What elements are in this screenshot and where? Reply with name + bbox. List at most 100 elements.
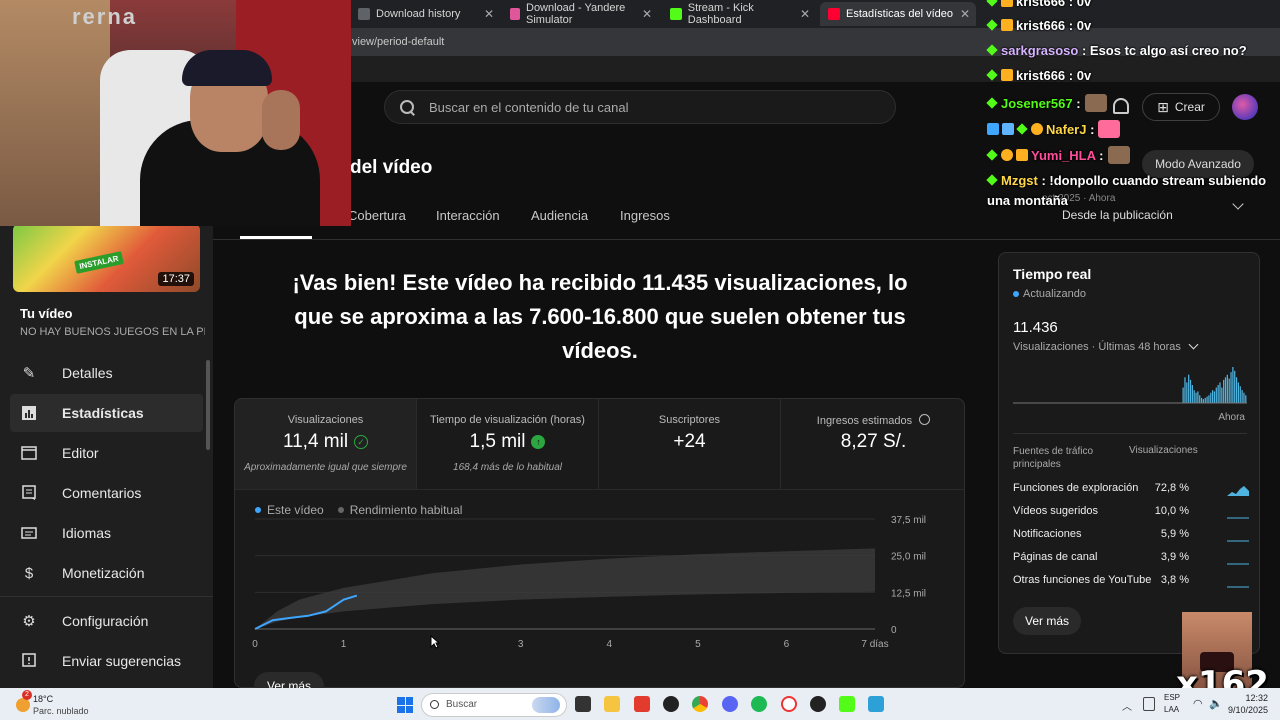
close-icon[interactable]: ✕: [642, 7, 652, 21]
chat-user: krist666: [1016, 18, 1066, 33]
chat-message: Yumi_HLA :: [986, 146, 1130, 164]
source-name: Vídeos sugeridos: [1013, 505, 1098, 517]
search-input[interactable]: Buscar en el contenido de tu canal: [429, 100, 628, 115]
tab-engagement[interactable]: Interacción: [436, 208, 500, 223]
channel-search[interactable]: Buscar en el contenido de tu canal: [384, 90, 896, 124]
metric-revenue[interactable]: Ingresos estimados 8,27 S/.: [781, 399, 964, 489]
chat-user: sarkgrasoso: [1001, 43, 1079, 58]
chat-message: Josener567 :: [986, 94, 1107, 112]
opera-icon[interactable]: [781, 696, 797, 712]
dollar-icon: $: [24, 564, 34, 582]
realtime-bar: [1241, 390, 1243, 403]
metric-value-row: 8,27 S/.: [781, 431, 964, 453]
sidebar-item-feedback[interactable]: Enviar sugerencias: [10, 642, 203, 680]
discord-icon[interactable]: [722, 696, 738, 712]
sidebar-item-settings[interactable]: ⚙ Configuración: [10, 602, 203, 640]
tab-yandere[interactable]: Download - Yandere Simulator ✕: [502, 2, 658, 26]
sparkline-icon: [1227, 484, 1249, 496]
realtime-see-more-button[interactable]: Ver más: [1013, 607, 1081, 635]
sidebar-item-details[interactable]: ✎ Detalles: [10, 354, 203, 392]
language-indicator[interactable]: ESP LAA: [1164, 692, 1180, 716]
obs-icon[interactable]: [663, 696, 679, 712]
youtube-icon: [828, 8, 840, 20]
realtime-bar: [1199, 395, 1201, 403]
chat-text: una montaña: [987, 193, 1068, 208]
spotify-icon[interactable]: [751, 696, 767, 712]
sparkline-icon: [1227, 507, 1249, 519]
sidebar-item-editor[interactable]: Editor: [10, 434, 203, 472]
realtime-bar: [1223, 379, 1225, 403]
windows-start-icon[interactable]: [397, 697, 413, 713]
metric-subscribers[interactable]: Suscriptores +24: [599, 399, 781, 489]
thumb-install-text: INSTALAR: [74, 251, 124, 274]
realtime-bar: [1202, 399, 1205, 403]
x-tick-label: 4: [607, 639, 613, 650]
realtime-bar: [1206, 396, 1208, 403]
chat-text: : 0v: [1068, 18, 1092, 33]
metrics-divider: [235, 489, 964, 490]
sidebar-item-label: Configuración: [62, 613, 149, 629]
time: 12:32: [1245, 693, 1268, 703]
realtime-subtitle-row[interactable]: Visualizaciones · Últimas 48 horas: [1013, 339, 1199, 353]
realtime-bar: [1245, 395, 1247, 403]
wifi-icon[interactable]: ◠: [1193, 697, 1203, 710]
volume-icon[interactable]: 🔈: [1209, 697, 1223, 710]
sidebar-scrollbar[interactable]: [206, 360, 210, 450]
close-icon[interactable]: ✕: [960, 7, 970, 21]
sidebar-item-languages[interactable]: Idiomas: [10, 514, 203, 552]
task-view-icon[interactable]: [575, 696, 591, 712]
tab-audience[interactable]: Audiencia: [531, 208, 588, 223]
file-explorer-icon[interactable]: [604, 696, 620, 712]
video-title: NO HAY BUENOS JUEGOS EN LA PL...: [20, 326, 205, 338]
close-icon[interactable]: ✕: [800, 7, 810, 21]
chat-text: :: [1076, 96, 1081, 111]
metric-value-row: 11,4 mil ✓: [235, 431, 416, 453]
sidebar-item-comments[interactable]: Comentarios: [10, 474, 203, 512]
kick-badge-icon: [986, 69, 998, 81]
traffic-source-row: Notificaciones 5,9 %: [1013, 528, 1249, 546]
tab-label: Stream - Kick Dashboard: [687, 2, 754, 26]
app-icon[interactable]: [634, 696, 650, 712]
sidebar-divider: [0, 596, 213, 597]
url-text[interactable]: view/period-default: [352, 36, 444, 48]
chrome-icon[interactable]: [692, 696, 708, 712]
tray-chevron-icon[interactable]: ︿: [1122, 698, 1132, 713]
chat-text: : !donpollo cuando stream subiendo: [1041, 173, 1267, 188]
metric-views[interactable]: Visualizaciones 11,4 mil ✓ Aproximadamen…: [235, 399, 417, 489]
source-name: Notificaciones: [1013, 528, 1082, 540]
sidebar-item-analytics[interactable]: Estadísticas: [10, 394, 203, 432]
chat-text: : 0v: [1068, 68, 1092, 83]
tab-download-history[interactable]: Download history ✕: [350, 2, 500, 26]
close-icon[interactable]: ✕: [484, 7, 494, 21]
source-percent: 10,0 %: [1154, 505, 1189, 517]
feedback-icon: [20, 652, 38, 670]
screen: Download history ✕ Download - Yandere Si…: [0, 0, 1280, 720]
y-tick-label: 0: [891, 625, 897, 636]
tab-yt-stats[interactable]: Estadísticas del vídeo - YouTube ✕: [820, 2, 976, 26]
app-icon-2[interactable]: [810, 696, 826, 712]
kick-badge-icon: [986, 97, 998, 109]
sparkline-icon: [1227, 530, 1249, 542]
emote-icon: [1084, 94, 1107, 112]
live-dot: [1013, 291, 1019, 297]
system-clock[interactable]: 12:32 9/10/2025: [1226, 692, 1268, 716]
realtime-bar: [1215, 387, 1217, 403]
video-thumbnail[interactable]: INSTALAR 17:37: [13, 224, 200, 292]
kick-badge-icon: [986, 149, 998, 161]
source-percent: 3,8 %: [1160, 574, 1189, 586]
sidebar-item-monetization[interactable]: $ Monetización: [10, 554, 203, 592]
source-percent: 72,8 %: [1154, 482, 1189, 494]
taskbar-search[interactable]: Buscar: [421, 693, 567, 717]
tab-revenue[interactable]: Ingresos: [620, 208, 670, 223]
sub-badge-icon: [1001, 19, 1013, 31]
weather-widget[interactable]: 2 18°C Parc. nublado: [14, 690, 104, 718]
traffic-source-row: Funciones de exploración 72,8 %: [1013, 482, 1249, 500]
metric-watch-time[interactable]: Tiempo de visualización (horas) 1,5 mil …: [417, 399, 599, 489]
realtime-bar-chart: [1013, 367, 1247, 404]
notepad-icon[interactable]: [868, 696, 884, 712]
tray-app-icon[interactable]: [1143, 697, 1155, 711]
kick-app-icon[interactable]: [839, 696, 855, 712]
realtime-bar: [1210, 392, 1212, 403]
tab-reach[interactable]: Cobertura: [348, 208, 406, 223]
tab-kick[interactable]: Stream - Kick Dashboard ✕: [662, 2, 816, 26]
